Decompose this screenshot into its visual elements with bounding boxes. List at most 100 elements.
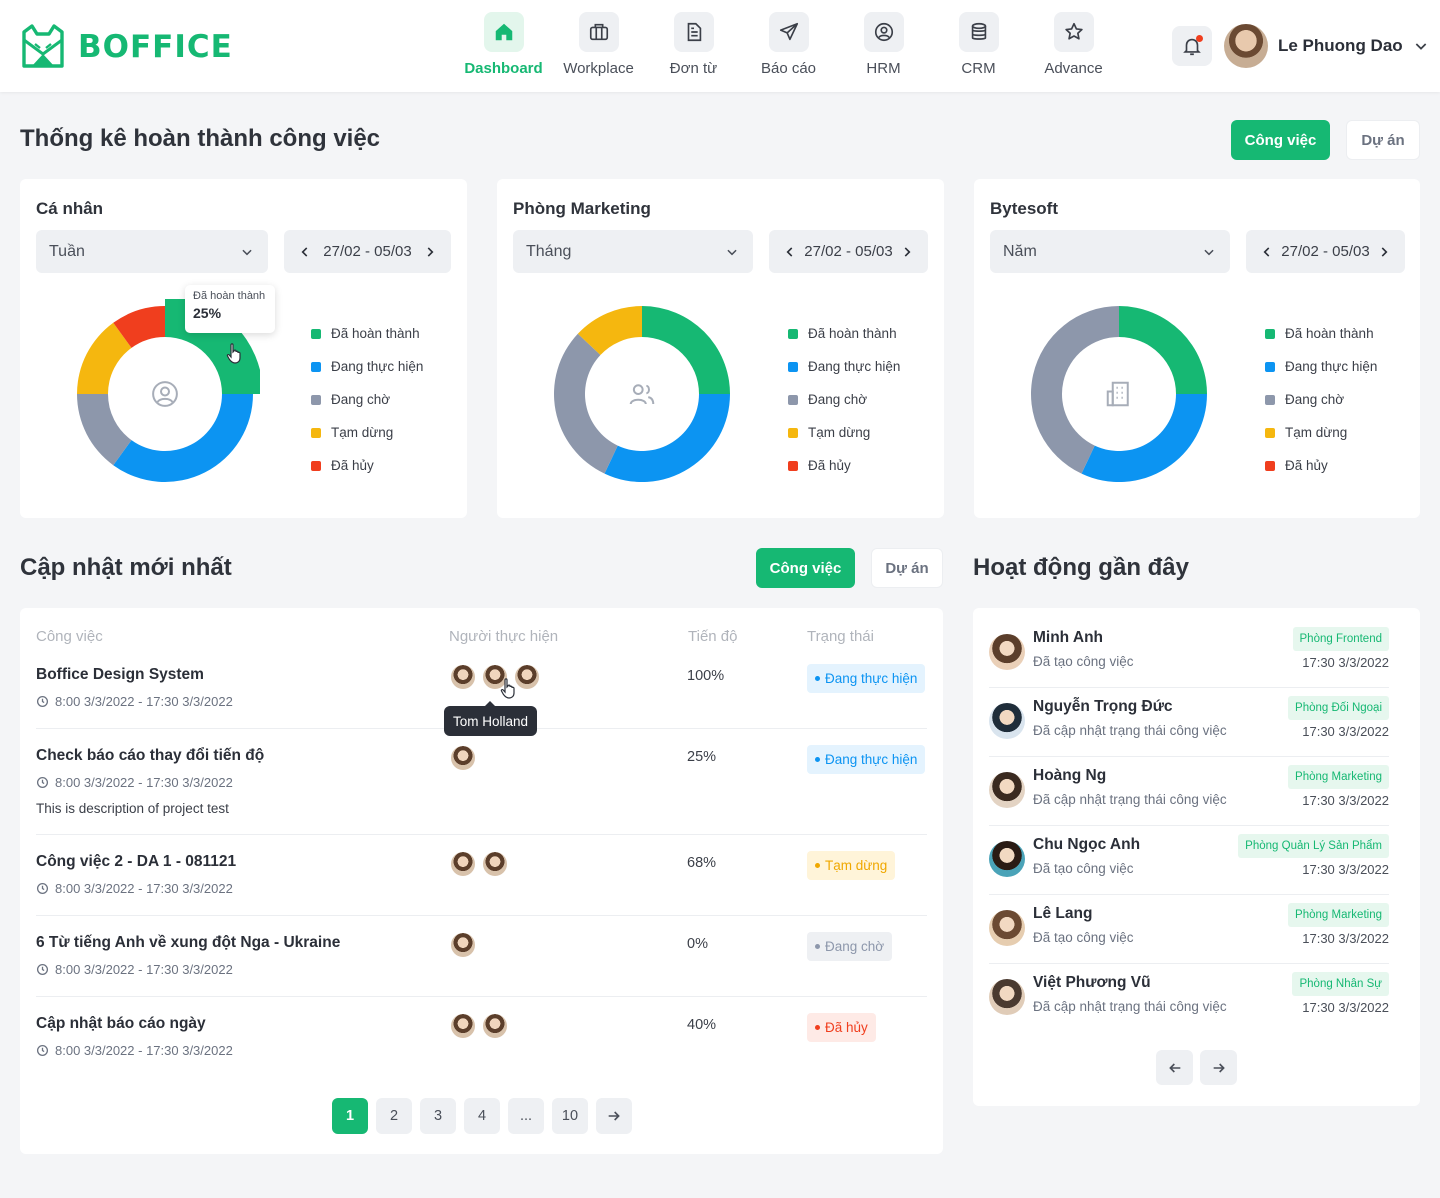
nav-dashboard[interactable]: Dashboard xyxy=(456,12,551,77)
legend-label: Đang thực hiện xyxy=(331,359,424,374)
nav-hrm[interactable]: HRM xyxy=(836,12,931,77)
page-button[interactable]: 2 xyxy=(376,1098,412,1134)
nav-bao-cao[interactable]: Báo cáo xyxy=(741,12,836,77)
task-title[interactable]: Boffice Design System xyxy=(36,666,204,684)
page-button[interactable]: 10 xyxy=(552,1098,588,1134)
task-title[interactable]: Check báo cáo thay đổi tiến độ xyxy=(36,747,264,765)
activity-item[interactable]: Hoàng Ng Đã cập nhật trạng thái công việc… xyxy=(989,762,1389,831)
next-range-button[interactable] xyxy=(900,245,914,259)
task-title[interactable]: Công việc 2 - DA 1 - 081121 xyxy=(36,853,236,871)
period-select[interactable]: Năm xyxy=(990,230,1230,273)
avatar xyxy=(989,979,1025,1015)
assignee-avatar[interactable] xyxy=(450,1013,476,1039)
stats-title: Thống kê hoàn thành công việc xyxy=(20,125,381,152)
task-title[interactable]: Cập nhật báo cáo ngày xyxy=(36,1015,206,1033)
assignee-avatar[interactable] xyxy=(482,1013,508,1039)
next-range-button[interactable] xyxy=(1377,245,1391,259)
next-page-button[interactable] xyxy=(596,1098,632,1134)
nav-label: Advance xyxy=(1044,60,1103,77)
legend-item: Đang thực hiện xyxy=(788,350,900,383)
donut-slice-đã-hoàn-thành[interactable] xyxy=(1119,306,1207,394)
donut-chart[interactable] xyxy=(547,299,737,489)
nav-advance[interactable]: Advance xyxy=(1026,12,1121,77)
nav-workplace[interactable]: Workplace xyxy=(551,12,646,77)
activity-time: 17:30 3/3/2022 xyxy=(1302,793,1389,808)
period-select[interactable]: Tuần xyxy=(36,230,268,273)
legend-label: Đã hủy xyxy=(1285,458,1328,473)
assignee-tooltip: Tom Holland xyxy=(444,701,538,736)
clock-icon xyxy=(36,776,49,789)
card-title: Bytesoft xyxy=(990,199,1059,218)
avatar xyxy=(989,841,1025,877)
task-title[interactable]: 6 Từ tiếng Anh về xung đột Nga - Ukraine xyxy=(36,934,340,952)
nav-don-tu[interactable]: Đơn từ xyxy=(646,12,741,77)
updates-table: Công việc Người thực hiện Tiến độ Trạng … xyxy=(20,608,943,1154)
assignee-avatar[interactable] xyxy=(450,664,476,690)
activity-item[interactable]: Chu Ngọc Anh Đã tạo công việc Phòng Quản L… xyxy=(989,831,1389,900)
status-dot xyxy=(815,1025,820,1030)
legend-label: Đang chờ xyxy=(1285,392,1345,407)
page-button[interactable]: 3 xyxy=(420,1098,456,1134)
donut-slice-đang-chờ[interactable] xyxy=(1031,306,1119,474)
period-value: Năm xyxy=(1003,242,1037,260)
legend-swatch xyxy=(788,427,798,438)
donut-slice-đã-hoàn-thành[interactable] xyxy=(642,306,730,394)
notification-dot xyxy=(1196,35,1203,42)
donut-slice-đang-chờ[interactable] xyxy=(554,333,618,474)
chevron-left-icon xyxy=(301,246,308,257)
prev-activity-button[interactable] xyxy=(1156,1050,1193,1085)
legend-item: Đã hoàn thành xyxy=(1265,317,1377,350)
date-range-picker: 27/02 - 05/03 xyxy=(1246,230,1405,273)
page-button[interactable]: 1 xyxy=(332,1098,368,1134)
activity-item[interactable]: Việt Phương Vũ Đã cập nhật trạng thái côn… xyxy=(989,969,1389,1038)
tooltip-value: 25% xyxy=(193,305,222,321)
next-range-button[interactable] xyxy=(423,245,437,259)
notification-button[interactable] xyxy=(1172,26,1212,66)
department-badge: Phòng Đối Ngoại xyxy=(1288,696,1389,720)
donut-slice-đang-thực-hiện[interactable] xyxy=(113,394,253,482)
date-range-value: 27/02 - 05/03 xyxy=(1281,243,1370,260)
donut-slice-đang-thực-hiện[interactable] xyxy=(604,394,730,482)
activity-description: Đã cập nhật trạng thái công việc xyxy=(1033,999,1227,1014)
pagination: 1 2 3 4 ... 10 xyxy=(332,1098,632,1134)
legend-item: Đang chờ xyxy=(1265,383,1377,416)
period-select[interactable]: Tháng xyxy=(513,230,753,273)
chevron-right-icon xyxy=(1381,246,1388,257)
period-value: Tuần xyxy=(49,242,85,260)
activity-item[interactable]: Lê Lang Đã tạo công việc Phòng Marketing 17… xyxy=(989,900,1389,969)
legend-swatch xyxy=(311,361,321,372)
page-button[interactable]: 4 xyxy=(464,1098,500,1134)
clock-icon xyxy=(36,1044,49,1057)
donut-chart[interactable] xyxy=(1024,299,1214,489)
user-menu[interactable]: Le Phuong Dao xyxy=(1224,24,1429,68)
chevron-right-icon xyxy=(904,246,911,257)
nav-crm[interactable]: CRM xyxy=(931,12,1026,77)
prev-range-button[interactable] xyxy=(298,245,312,259)
assignee-avatar[interactable] xyxy=(450,745,476,771)
chart-legend: Đã hoàn thành Đang thực hiện Đang chờ Tạm d… xyxy=(311,317,423,482)
donut-slice-đang-thực-hiện[interactable] xyxy=(1081,394,1207,482)
chevron-left-icon xyxy=(786,246,793,257)
prev-range-button[interactable] xyxy=(1260,245,1274,259)
task-progress: 100% xyxy=(687,668,725,684)
activity-item[interactable]: Minh Anh Đã tạo công việc Phòng Frontend 17… xyxy=(989,624,1389,693)
users-icon xyxy=(629,384,655,405)
column-header: Công việc xyxy=(36,628,103,645)
avatar xyxy=(989,910,1025,946)
brand-logo[interactable]: BOFFICE xyxy=(20,24,233,70)
nav-label: Đơn từ xyxy=(669,60,718,77)
date-range-picker: 27/02 - 05/03 xyxy=(769,230,928,273)
updates-work-button[interactable]: Công việc xyxy=(756,548,855,588)
legend-item: Đang thực hiện xyxy=(311,350,423,383)
updates-project-button[interactable]: Dự án xyxy=(871,548,943,588)
assignee-avatar[interactable] xyxy=(450,932,476,958)
task-time: 8:00 3/3/2022 - 17:30 3/3/2022 xyxy=(36,775,233,790)
assignee-avatar[interactable] xyxy=(450,851,476,877)
prev-range-button[interactable] xyxy=(783,245,797,259)
stats-project-button[interactable]: Dự án xyxy=(1346,120,1420,160)
assignee-avatar[interactable] xyxy=(482,851,508,877)
stats-work-button[interactable]: Công việc xyxy=(1231,120,1330,160)
next-activity-button[interactable] xyxy=(1200,1050,1237,1085)
legend-item: Đã hủy xyxy=(1265,449,1377,482)
activity-item[interactable]: Nguyễn Trọng Đức Đã cập nhật trạng thái c… xyxy=(989,693,1389,762)
